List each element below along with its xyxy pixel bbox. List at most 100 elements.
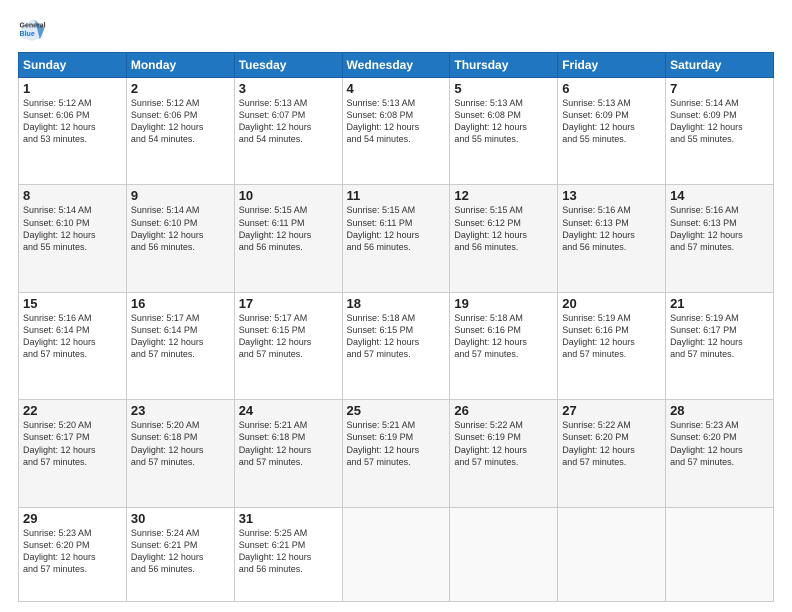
day-info: Sunrise: 5:25 AM Sunset: 6:21 PM Dayligh… xyxy=(239,527,338,576)
day-info: Sunrise: 5:13 AM Sunset: 6:08 PM Dayligh… xyxy=(454,97,553,146)
calendar-cell: 14Sunrise: 5:16 AM Sunset: 6:13 PM Dayli… xyxy=(666,185,774,292)
page: General Blue SundayMondayTuesdayWednesda… xyxy=(0,0,792,612)
day-number: 27 xyxy=(562,403,661,418)
calendar-cell: 16Sunrise: 5:17 AM Sunset: 6:14 PM Dayli… xyxy=(126,292,234,399)
logo: General Blue xyxy=(18,16,46,44)
day-number: 5 xyxy=(454,81,553,96)
day-number: 31 xyxy=(239,511,338,526)
calendar-cell: 1Sunrise: 5:12 AM Sunset: 6:06 PM Daylig… xyxy=(19,78,127,185)
calendar-cell: 12Sunrise: 5:15 AM Sunset: 6:12 PM Dayli… xyxy=(450,185,558,292)
day-info: Sunrise: 5:13 AM Sunset: 6:09 PM Dayligh… xyxy=(562,97,661,146)
day-number: 23 xyxy=(131,403,230,418)
calendar-cell: 17Sunrise: 5:17 AM Sunset: 6:15 PM Dayli… xyxy=(234,292,342,399)
calendar-cell: 22Sunrise: 5:20 AM Sunset: 6:17 PM Dayli… xyxy=(19,400,127,507)
day-number: 6 xyxy=(562,81,661,96)
day-info: Sunrise: 5:19 AM Sunset: 6:17 PM Dayligh… xyxy=(670,312,769,361)
day-info: Sunrise: 5:23 AM Sunset: 6:20 PM Dayligh… xyxy=(670,419,769,468)
calendar-cell xyxy=(450,507,558,601)
calendar-week-row: 8 Sunrise: 5:14 AM Sunset: 6:10 PM Daylig… xyxy=(19,185,774,292)
calendar-header-sunday: Sunday xyxy=(19,53,127,78)
calendar-cell: 10Sunrise: 5:15 AM Sunset: 6:11 PM Dayli… xyxy=(234,185,342,292)
day-info: Sunrise: 5:16 AM Sunset: 6:13 PM Dayligh… xyxy=(670,204,769,253)
day-number: 28 xyxy=(670,403,769,418)
calendar-week-row: 22Sunrise: 5:20 AM Sunset: 6:17 PM Dayli… xyxy=(19,400,774,507)
calendar-header-saturday: Saturday xyxy=(666,53,774,78)
calendar-cell: 20Sunrise: 5:19 AM Sunset: 6:16 PM Dayli… xyxy=(558,292,666,399)
day-info: Sunrise: 5:16 AM Sunset: 6:13 PM Dayligh… xyxy=(562,204,661,253)
calendar-cell: 27Sunrise: 5:22 AM Sunset: 6:20 PM Dayli… xyxy=(558,400,666,507)
calendar-cell: 6Sunrise: 5:13 AM Sunset: 6:09 PM Daylig… xyxy=(558,78,666,185)
day-info: Sunrise: 5:19 AM Sunset: 6:16 PM Dayligh… xyxy=(562,312,661,361)
day-number: 19 xyxy=(454,296,553,311)
day-number: 26 xyxy=(454,403,553,418)
header: General Blue xyxy=(18,16,774,44)
calendar-header-tuesday: Tuesday xyxy=(234,53,342,78)
calendar-cell xyxy=(666,507,774,601)
calendar-cell: 13Sunrise: 5:16 AM Sunset: 6:13 PM Dayli… xyxy=(558,185,666,292)
day-info: Sunrise: 5:21 AM Sunset: 6:19 PM Dayligh… xyxy=(347,419,446,468)
calendar-cell: 23Sunrise: 5:20 AM Sunset: 6:18 PM Dayli… xyxy=(126,400,234,507)
calendar-cell: 24Sunrise: 5:21 AM Sunset: 6:18 PM Dayli… xyxy=(234,400,342,507)
calendar-cell xyxy=(558,507,666,601)
day-number: 20 xyxy=(562,296,661,311)
calendar-week-row: 29Sunrise: 5:23 AM Sunset: 6:20 PM Dayli… xyxy=(19,507,774,601)
day-info: Sunrise: 5:18 AM Sunset: 6:16 PM Dayligh… xyxy=(454,312,553,361)
day-info: Sunrise: 5:14 AM Sunset: 6:09 PM Dayligh… xyxy=(670,97,769,146)
day-number: 8 xyxy=(23,188,122,203)
day-number: 9 xyxy=(131,188,230,203)
calendar-cell: 4Sunrise: 5:13 AM Sunset: 6:08 PM Daylig… xyxy=(342,78,450,185)
calendar-cell: 25Sunrise: 5:21 AM Sunset: 6:19 PM Dayli… xyxy=(342,400,450,507)
day-info: Sunrise: 5:24 AM Sunset: 6:21 PM Dayligh… xyxy=(131,527,230,576)
day-number: 11 xyxy=(347,188,446,203)
day-number: 25 xyxy=(347,403,446,418)
day-info: Sunrise: 5:12 AM Sunset: 6:06 PM Dayligh… xyxy=(131,97,230,146)
calendar-cell: 9Sunrise: 5:14 AM Sunset: 6:10 PM Daylig… xyxy=(126,185,234,292)
day-info: Sunrise: 5:18 AM Sunset: 6:15 PM Dayligh… xyxy=(347,312,446,361)
day-info: Sunrise: 5:15 AM Sunset: 6:11 PM Dayligh… xyxy=(239,204,338,253)
calendar-cell: 29Sunrise: 5:23 AM Sunset: 6:20 PM Dayli… xyxy=(19,507,127,601)
day-number: 14 xyxy=(670,188,769,203)
day-info: Sunrise: 5:13 AM Sunset: 6:07 PM Dayligh… xyxy=(239,97,338,146)
calendar-cell: 8Sunrise: 5:14 AM Sunset: 6:10 PM Daylig… xyxy=(19,185,127,292)
svg-text:General: General xyxy=(20,23,46,30)
day-info: Sunrise: 5:17 AM Sunset: 6:14 PM Dayligh… xyxy=(131,312,230,361)
day-number: 21 xyxy=(670,296,769,311)
calendar-week-row: 15Sunrise: 5:16 AM Sunset: 6:14 PM Dayli… xyxy=(19,292,774,399)
calendar-cell: 5Sunrise: 5:13 AM Sunset: 6:08 PM Daylig… xyxy=(450,78,558,185)
calendar-table: SundayMondayTuesdayWednesdayThursdayFrid… xyxy=(18,52,774,602)
day-number: 30 xyxy=(131,511,230,526)
day-info: Sunrise: 5:15 AM Sunset: 6:12 PM Dayligh… xyxy=(454,204,553,253)
day-info: Sunrise: 5:20 AM Sunset: 6:17 PM Dayligh… xyxy=(23,419,122,468)
calendar-cell: 26Sunrise: 5:22 AM Sunset: 6:19 PM Dayli… xyxy=(450,400,558,507)
day-number: 18 xyxy=(347,296,446,311)
calendar-cell: 18Sunrise: 5:18 AM Sunset: 6:15 PM Dayli… xyxy=(342,292,450,399)
calendar-cell: 30Sunrise: 5:24 AM Sunset: 6:21 PM Dayli… xyxy=(126,507,234,601)
day-number: 29 xyxy=(23,511,122,526)
day-number: 10 xyxy=(239,188,338,203)
day-info: Sunrise: 5:23 AM Sunset: 6:20 PM Dayligh… xyxy=(23,527,122,576)
calendar-cell: 21Sunrise: 5:19 AM Sunset: 6:17 PM Dayli… xyxy=(666,292,774,399)
calendar-header-wednesday: Wednesday xyxy=(342,53,450,78)
day-number: 7 xyxy=(670,81,769,96)
calendar-cell xyxy=(342,507,450,601)
calendar-cell: 2Sunrise: 5:12 AM Sunset: 6:06 PM Daylig… xyxy=(126,78,234,185)
calendar-header-friday: Friday xyxy=(558,53,666,78)
day-info: Sunrise: 5:15 AM Sunset: 6:11 PM Dayligh… xyxy=(347,204,446,253)
day-info: Sunrise: 5:12 AM Sunset: 6:06 PM Dayligh… xyxy=(23,97,122,146)
day-info: Sunrise: 5:21 AM Sunset: 6:18 PM Dayligh… xyxy=(239,419,338,468)
day-number: 12 xyxy=(454,188,553,203)
calendar-cell: 11Sunrise: 5:15 AM Sunset: 6:11 PM Dayli… xyxy=(342,185,450,292)
calendar-header-row: SundayMondayTuesdayWednesdayThursdayFrid… xyxy=(19,53,774,78)
logo-icon: General Blue xyxy=(18,16,46,44)
calendar-cell: 31Sunrise: 5:25 AM Sunset: 6:21 PM Dayli… xyxy=(234,507,342,601)
day-info: Sunrise: 5:14 AM Sunset: 6:10 PM Dayligh… xyxy=(131,204,230,253)
day-info: Sunrise: 5:22 AM Sunset: 6:19 PM Dayligh… xyxy=(454,419,553,468)
day-number: 22 xyxy=(23,403,122,418)
day-info: Sunrise: 5:13 AM Sunset: 6:08 PM Dayligh… xyxy=(347,97,446,146)
calendar-header-thursday: Thursday xyxy=(450,53,558,78)
day-info: Sunrise: 5:16 AM Sunset: 6:14 PM Dayligh… xyxy=(23,312,122,361)
calendar-cell: 28Sunrise: 5:23 AM Sunset: 6:20 PM Dayli… xyxy=(666,400,774,507)
calendar-cell: 15Sunrise: 5:16 AM Sunset: 6:14 PM Dayli… xyxy=(19,292,127,399)
day-number: 24 xyxy=(239,403,338,418)
day-number: 17 xyxy=(239,296,338,311)
